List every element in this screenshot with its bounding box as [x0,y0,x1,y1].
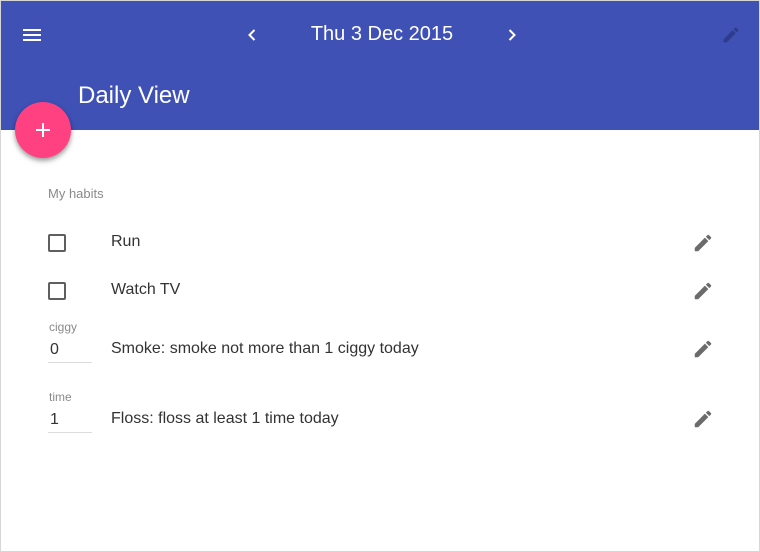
list-item: Run [1,223,759,263]
page-title: Daily View [78,82,190,109]
section-label: My habits [48,186,104,201]
counter-unit-label: time [49,390,72,404]
add-habit-button[interactable] [15,102,71,158]
menu-icon [23,29,41,41]
next-day-button[interactable] [497,17,527,53]
counter-unit-label: ciggy [49,320,78,334]
edit-habit-button[interactable] [689,277,717,305]
pencil-icon [694,234,712,252]
chevron-left-icon [248,29,256,41]
pencil-icon [723,27,739,43]
habit-checkbox[interactable] [48,234,66,252]
habit-checkbox[interactable] [48,282,66,300]
list-item: Watch TV [1,271,759,311]
pencil-icon [694,340,712,358]
plus-icon [36,123,50,137]
counter-input[interactable] [48,337,92,363]
app-window: Thu 3 Dec 2015 Daily View My habits Run [0,0,760,552]
counter-input[interactable] [48,407,92,433]
habit-label: Floss: floss at least 1 time today [111,410,339,427]
habit-label: Watch TV [111,281,181,298]
list-item: ciggy Smoke: smoke not more than 1 ciggy… [1,317,759,367]
list-item: time Floss: floss at least 1 time today [1,387,759,437]
edit-button[interactable] [713,17,749,53]
menu-button[interactable] [13,17,51,53]
habit-label: Run [111,233,141,250]
chevron-right-icon [508,29,516,41]
habit-label: Smoke: smoke not more than 1 ciggy today [111,340,419,357]
previous-day-button[interactable] [237,17,267,53]
app-bar: Thu 3 Dec 2015 Daily View [1,1,759,130]
edit-habit-button[interactable] [689,229,717,257]
current-date: Thu 3 Dec 2015 [310,23,454,45]
edit-habit-button[interactable] [689,335,717,363]
edit-habit-button[interactable] [689,405,717,433]
pencil-icon [694,410,712,428]
pencil-icon [694,282,712,300]
